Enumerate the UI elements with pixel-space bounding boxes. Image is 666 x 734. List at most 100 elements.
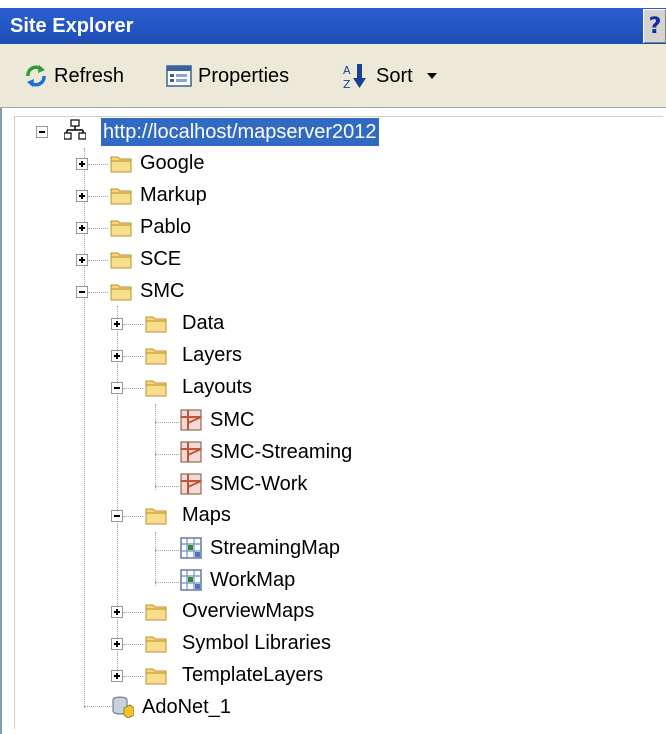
tree-guide-line [155, 404, 156, 490]
tree-node-data[interactable]: Data [104, 308, 404, 340]
tree-node-label: SMC-Work [210, 473, 308, 495]
expand-icon[interactable] [111, 606, 123, 618]
tree-node-sce[interactable]: SCE [70, 244, 370, 276]
folder-open-icon [145, 380, 167, 397]
tree-node-label: Maps [182, 504, 231, 526]
tree-guide-line [123, 612, 143, 613]
collapse-icon[interactable] [111, 382, 123, 394]
expand-icon[interactable] [76, 222, 88, 234]
window-title: Site Explorer [10, 15, 134, 37]
refresh-icon [26, 65, 46, 87]
tree-node-adonet[interactable]: AdoNet_1 [110, 692, 370, 724]
tree-node-layout-smc-streaming[interactable]: SMC-Streaming [178, 436, 438, 468]
expand-icon[interactable] [111, 350, 123, 362]
collapse-icon[interactable] [76, 286, 88, 298]
folder-icon [145, 316, 167, 333]
help-icon: ? [648, 14, 662, 39]
tree-node-maps[interactable]: Maps [104, 500, 404, 532]
folder-icon [110, 188, 132, 205]
folder-icon [145, 348, 167, 365]
tree-node-layout-smc-work[interactable]: SMC-Work [178, 468, 438, 500]
tree-node-layout-smc[interactable]: SMC [178, 404, 438, 436]
tree-guide-line [123, 388, 143, 389]
tree-node-label: Layouts [182, 376, 253, 398]
tree-node-smc[interactable]: SMC [70, 276, 370, 308]
svg-text:Z: Z [343, 78, 351, 90]
properties-label: Properties [198, 64, 290, 87]
tree-node-work-map[interactable]: WorkMap [178, 564, 438, 596]
tree-node-google[interactable]: Google [70, 148, 370, 180]
layout-icon [180, 441, 202, 463]
tree-guide-line [88, 164, 108, 165]
tree-node-overview-maps[interactable]: OverviewMaps [104, 596, 404, 628]
sort-az-icon: A Z [343, 64, 366, 90]
title-bar: Site Explorer ? [0, 8, 666, 44]
tree-guide-line [123, 644, 143, 645]
tree-node-pablo[interactable]: Pablo [70, 212, 370, 244]
tree-node-root[interactable]: http://localhost/mapserver2012 [30, 116, 450, 148]
tree-guide-line [123, 676, 143, 677]
refresh-button[interactable]: Refresh [24, 60, 124, 92]
collapse-icon[interactable] [36, 126, 48, 138]
toolbar: Refresh Properties A Z Sort [0, 44, 666, 108]
tree-node-label: AdoNet_1 [142, 696, 231, 718]
expand-icon[interactable] [76, 190, 88, 202]
tree-node-template-layers[interactable]: TemplateLayers [104, 660, 404, 692]
tree-node-label: SMC [140, 280, 185, 302]
tree-guide-line [155, 422, 179, 423]
tree-node-streaming-map[interactable]: StreamingMap [178, 532, 438, 564]
map-icon [180, 537, 202, 559]
tree-node-layers[interactable]: Layers [104, 340, 404, 372]
expand-icon[interactable] [111, 670, 123, 682]
folder-icon [145, 636, 167, 653]
tree-node-label: TemplateLayers [182, 664, 324, 686]
tree-guide-line [155, 550, 179, 551]
help-button[interactable]: ? [643, 9, 666, 43]
sort-label: Sort [376, 64, 413, 87]
expand-icon[interactable] [111, 638, 123, 650]
tree-node-label: Markup [140, 184, 207, 206]
database-icon [112, 696, 134, 718]
tree-guide-line [155, 532, 156, 586]
tree-node-symbol-libraries[interactable]: Symbol Libraries [104, 628, 404, 660]
refresh-label: Refresh [54, 64, 125, 87]
tree-node-label: Layers [182, 344, 243, 366]
folder-icon [110, 156, 132, 173]
dropdown-arrow-icon[interactable] [426, 73, 437, 79]
tree-guide-line [155, 582, 179, 583]
tree-guide-line [123, 324, 143, 325]
tree-node-markup[interactable]: Markup [70, 180, 370, 212]
tree-node-label: SMC-Streaming [210, 441, 353, 463]
properties-button[interactable]: Properties [166, 60, 289, 92]
tree-guide-line [123, 356, 143, 357]
folder-icon [110, 252, 132, 269]
tree-guide-line [88, 260, 108, 261]
tree-node-label: Google [140, 152, 205, 174]
expand-icon[interactable] [76, 158, 88, 170]
tree-guide-line [155, 454, 179, 455]
tree-node-label: OverviewMaps [182, 600, 315, 622]
layout-icon [180, 473, 202, 495]
collapse-icon[interactable] [111, 510, 123, 522]
expand-icon[interactable] [76, 254, 88, 266]
tree-guide-line [88, 196, 108, 197]
sort-button[interactable]: A Z Sort [342, 60, 437, 92]
tree-guide-line [88, 228, 108, 229]
top-strip [0, 0, 666, 8]
folder-icon [110, 220, 132, 237]
tree-node-label: StreamingMap [210, 537, 341, 559]
tree-node-label: Symbol Libraries [182, 632, 331, 654]
tree-node-layouts[interactable]: Layouts [104, 372, 404, 404]
expand-icon[interactable] [111, 318, 123, 330]
folder-open-icon [110, 284, 132, 301]
tree-node-label: http://localhost/mapserver2012 [101, 118, 379, 146]
tree-guide-line [155, 486, 179, 487]
tree-guide-line [123, 516, 143, 517]
tree-node-label: Pablo [140, 216, 192, 238]
tree-guide-line [88, 292, 108, 293]
map-icon [180, 569, 202, 591]
layout-icon [180, 409, 202, 431]
properties-icon [166, 65, 192, 87]
tree-node-label: WorkMap [210, 569, 296, 591]
folder-open-icon [145, 508, 167, 525]
